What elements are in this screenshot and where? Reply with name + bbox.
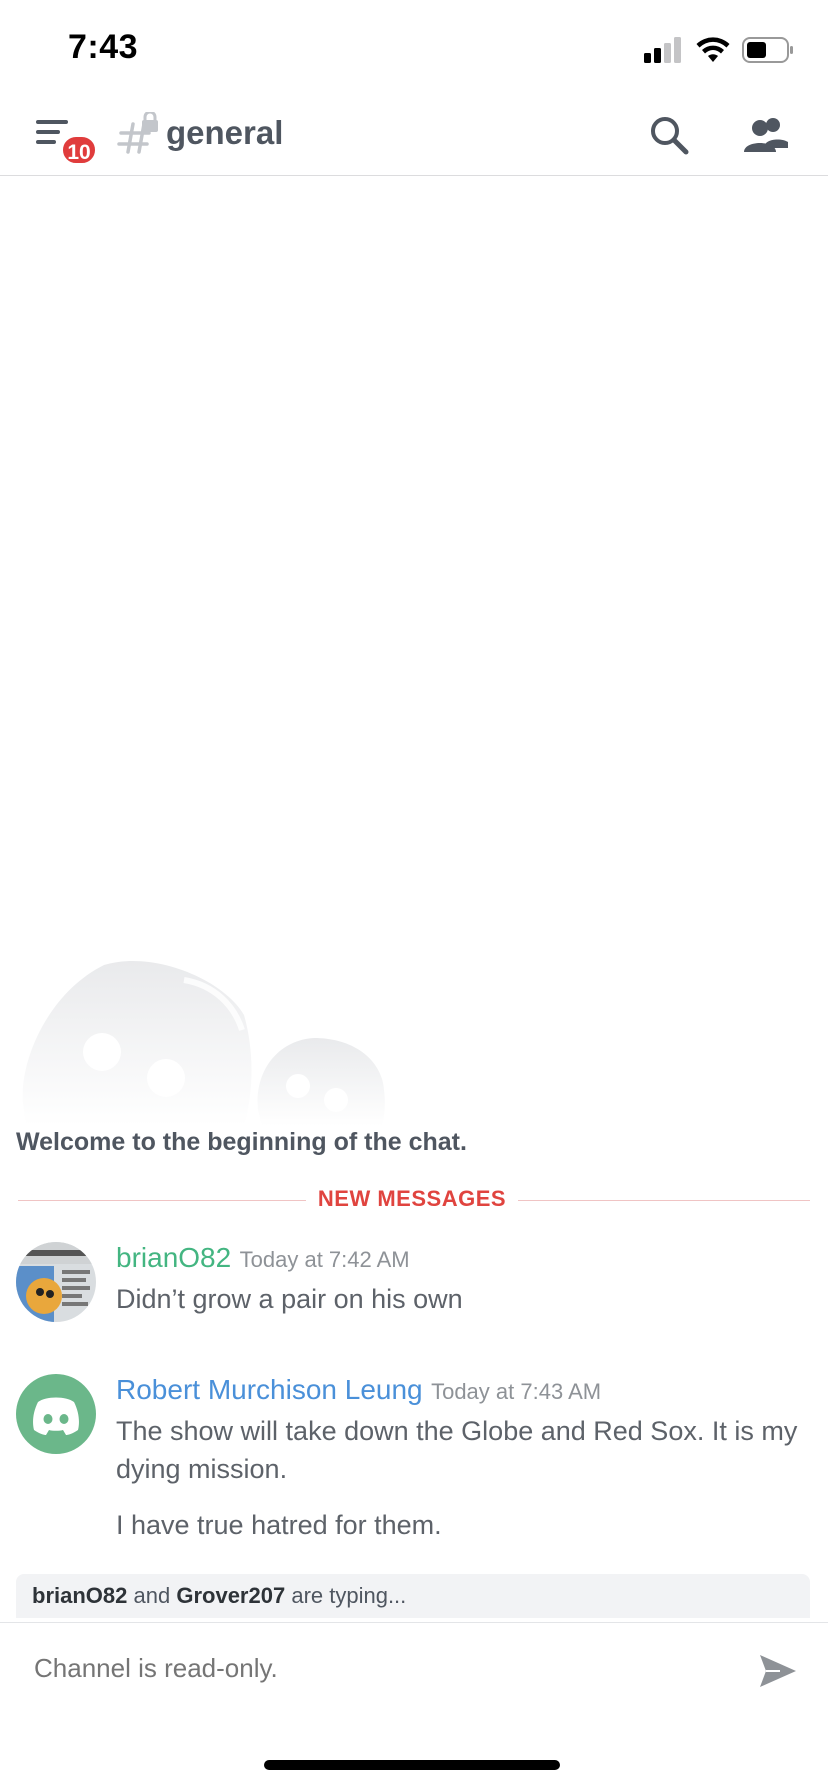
home-indicator <box>264 1760 560 1770</box>
message-text: I have true hatred for them. <box>116 1510 442 1540</box>
new-messages-divider: NEW MESSAGES <box>18 1184 810 1218</box>
status-bar: 7:43 <box>0 0 828 100</box>
message-text: The show will take down the Globe and Re… <box>116 1416 798 1484</box>
welcome-text: Welcome to the beginning of the chat. <box>16 1128 467 1156</box>
message-timestamp: Today at 7:42 AM <box>239 1247 410 1272</box>
message-author[interactable]: Robert Murchison Leung <box>116 1374 423 1405</box>
typing-indicator: brianO82 and Grover207 are typing... <box>16 1574 810 1618</box>
message-composer <box>0 1622 828 1718</box>
search-icon <box>651 117 689 155</box>
comic-avatar <box>16 1242 96 1322</box>
locked-hashtag-icon <box>117 112 158 154</box>
message-header: brianO82 Today at 7:42 AM <box>116 1242 410 1274</box>
send-icon <box>760 1655 796 1687</box>
discord-logo-avatar <box>33 1397 79 1435</box>
typing-user: brianO82 <box>32 1583 128 1608</box>
divider-line <box>518 1200 810 1201</box>
wifi-icon <box>696 37 730 62</box>
members-icon <box>744 118 788 152</box>
discord-blob-illustration <box>22 961 385 1126</box>
typing-suffix: are typing... <box>291 1583 407 1608</box>
user-avatar[interactable] <box>16 1242 96 1322</box>
message[interactable]: brianO82 Today at 7:42 AM Didn’t grow a … <box>16 1242 816 1332</box>
status-icons <box>644 36 794 64</box>
message-timestamp: Today at 7:43 AM <box>431 1379 602 1404</box>
cellular-signal-icon <box>644 37 681 63</box>
search-button[interactable] <box>646 112 694 160</box>
message[interactable]: Robert Murchison Leung Today at 7:43 AM … <box>16 1374 816 1564</box>
send-button[interactable] <box>756 1649 800 1693</box>
typing-user: Grover207 <box>176 1583 286 1608</box>
message-text: Didn’t grow a pair on his own <box>116 1284 463 1314</box>
message-input[interactable] <box>34 1653 734 1684</box>
notification-badge: 10 <box>60 134 98 166</box>
divider-line <box>18 1200 306 1201</box>
menu-button[interactable]: 10 <box>30 110 100 166</box>
battery-icon <box>742 37 793 63</box>
status-time: 7:43 <box>68 28 139 66</box>
channel-name[interactable]: general <box>166 114 283 152</box>
message-header: Robert Murchison Leung Today at 7:43 AM <box>116 1374 601 1406</box>
typing-joiner: and <box>133 1583 171 1608</box>
message-author[interactable]: brianO82 <box>116 1242 231 1273</box>
user-avatar[interactable] <box>16 1374 96 1454</box>
channel-header: 10 general <box>0 100 828 176</box>
new-messages-label: NEW MESSAGES <box>317 1186 507 1211</box>
members-button[interactable] <box>740 110 792 162</box>
